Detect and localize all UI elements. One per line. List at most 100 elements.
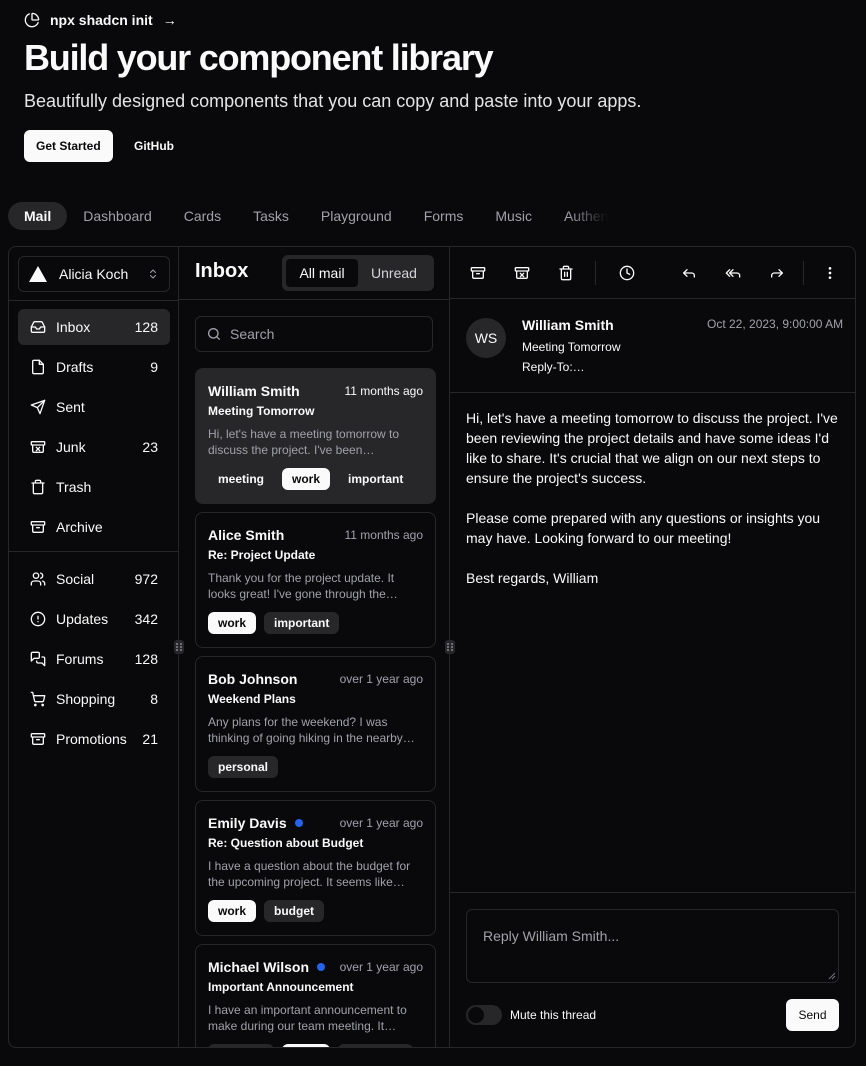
tab-all-mail[interactable]: All mail [286, 259, 358, 287]
reply-textarea[interactable] [483, 928, 822, 964]
announcement-link[interactable]: npx shadcn init → [24, 10, 177, 30]
reply-icon [683, 269, 695, 278]
sidebar-item-social[interactable]: Social 972 [18, 561, 170, 597]
tabs-fade [568, 202, 608, 230]
page-subtitle: Beautifully designed components that you… [24, 91, 642, 111]
reply-all-button[interactable] [723, 263, 743, 283]
mute-label: Mute this thread [510, 1008, 597, 1022]
sidebar-item-count: 342 [134, 611, 158, 627]
reply-button[interactable] [679, 263, 699, 283]
mail-sender: Emily Davis [208, 815, 287, 831]
divider [179, 299, 449, 300]
announcement-text: npx shadcn init [50, 12, 153, 28]
sidebar-item-label: Archive [56, 519, 103, 535]
tab-dashboard[interactable]: Dashboard [67, 202, 168, 230]
archive-button[interactable] [468, 263, 488, 283]
mail-tag: personal [208, 756, 279, 778]
account-switcher[interactable]: Alicia Koch [18, 256, 170, 292]
sidebar-item-forums[interactable]: Forums 128 [18, 641, 170, 677]
sidebar-item-drafts[interactable]: Drafts 9 [18, 349, 170, 385]
sidebar-item-count: 972 [134, 571, 158, 587]
resize-grip-icon [828, 972, 836, 980]
mail-list-item[interactable]: Michael Wilson over 1 year ago Important A… [195, 944, 436, 1047]
sidebar-item-sent[interactable]: Sent [18, 389, 170, 425]
reply-box [466, 909, 839, 983]
mail-subject: Re: Project Update [208, 548, 316, 562]
mail-tags: work important [208, 612, 423, 634]
tab-forms[interactable]: Forms [408, 202, 480, 230]
search-icon [206, 326, 222, 342]
mail-list: William Smith 11 months ago Meeting Tomorr… [195, 368, 436, 1047]
tab-music[interactable]: Music [479, 202, 548, 230]
send-button[interactable]: Send [786, 999, 839, 1031]
mail-list-item[interactable]: Alice Smith 11 months ago Re: Project Upda… [195, 512, 436, 648]
sidebar-item-shopping[interactable]: Shopping 8 [18, 681, 170, 717]
toolbar-divider [595, 261, 596, 285]
mail-sender: William Smith [208, 383, 300, 399]
get-started-button[interactable]: Get Started [24, 130, 113, 162]
resize-handle[interactable] [174, 640, 184, 654]
message-body: Hi, let's have a meeting tomorrow to dis… [466, 408, 844, 608]
archive-icon [30, 519, 46, 535]
sidebar-item-promotions[interactable]: Promotions 21 [18, 721, 170, 757]
mute-toggle[interactable] [466, 1005, 502, 1025]
message-paragraph: Best regards, William [466, 570, 599, 586]
archive-x-icon [30, 439, 46, 455]
inbox-icon [30, 319, 46, 335]
sidebar-item-label: Inbox [56, 319, 91, 335]
tab-cards[interactable]: Cards [168, 202, 237, 230]
mail-filter-tabs: All mail Unread [282, 255, 434, 291]
sidebar-item-count: 9 [150, 359, 158, 375]
tab-mail[interactable]: Mail [8, 202, 68, 230]
mail-tags: meeting work important [208, 468, 423, 490]
unread-dot [317, 963, 326, 971]
search-input[interactable] [230, 326, 422, 342]
mail-sender: Alice Smith [208, 527, 285, 543]
sidebar-item-updates[interactable]: Updates 342 [18, 601, 170, 637]
mail-tag: budget [264, 900, 325, 922]
tab-tasks[interactable]: Tasks [237, 202, 305, 230]
mail-preview: Any plans for the weekend? I was thinkin… [208, 715, 415, 745]
mail-tags: work budget [208, 900, 423, 922]
snooze-button[interactable] [617, 263, 637, 283]
mail-tag: important [264, 612, 340, 634]
chevrons-up-down-icon [147, 268, 159, 280]
mail-list-item[interactable]: Bob Johnson over 1 year ago Weekend Plans A… [195, 656, 436, 792]
search-box [195, 316, 433, 352]
sidebar-item-junk[interactable]: Junk 23 [18, 429, 170, 465]
mail-subject: Important Announcement [208, 980, 354, 994]
mail-tag: work [282, 468, 331, 490]
tab-playground[interactable]: Playground [305, 202, 408, 230]
inbox-title: Inbox [195, 260, 249, 282]
mail-tag: work [282, 1044, 331, 1047]
mail-list-item[interactable]: William Smith 11 months ago Meeting Tomorr… [195, 368, 436, 504]
mail-list-item[interactable]: Emily Davis over 1 year ago Re: Question a… [195, 800, 436, 936]
tab-unread[interactable]: Unread [358, 259, 430, 287]
github-button[interactable]: GitHub [122, 130, 186, 162]
mail-preview: Thank you for the project update. It loo… [208, 571, 398, 601]
sidebar-item-label: Forums [56, 651, 104, 667]
message-subject: Meeting Tomorrow [522, 340, 621, 354]
divider [450, 892, 855, 893]
resize-handle[interactable] [445, 640, 455, 654]
toggle-knob [468, 1007, 484, 1023]
sidebar-item-archive[interactable]: Archive [18, 509, 170, 545]
sidebar-item-inbox[interactable]: Inbox 128 [18, 309, 170, 345]
sidebar-item-trash[interactable]: Trash [18, 469, 170, 505]
move-to-trash-button[interactable] [556, 263, 576, 283]
toolbar-divider [803, 261, 804, 285]
mail-date: over 1 year ago [339, 816, 423, 830]
forward-button[interactable] [767, 263, 787, 283]
messages-icon [30, 651, 46, 667]
mail-date: over 1 year ago [339, 672, 423, 686]
mail-display: WS William Smith Meeting Tomorrow Reply-… [450, 247, 855, 1047]
message-paragraph: Please come prepared with any questions … [466, 510, 821, 546]
sidebar-item-count: 23 [142, 439, 158, 455]
more-vertical-icon [828, 267, 832, 279]
mail-tags: meeting work important [208, 1044, 423, 1047]
move-to-junk-button[interactable] [512, 263, 532, 283]
sidebar-item-label: Updates [56, 611, 109, 627]
more-options-button[interactable] [820, 263, 840, 283]
archive-x-icon [514, 267, 530, 279]
account-name: Alicia Koch [59, 266, 129, 282]
